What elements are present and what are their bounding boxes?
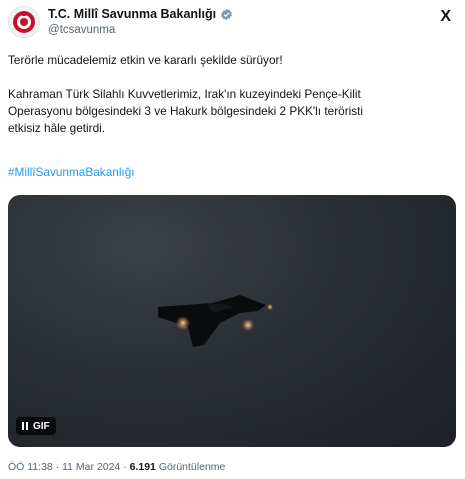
post-body-line: etkisiz hâle getirdi.	[8, 121, 106, 135]
meta-separator: ·	[123, 461, 127, 473]
author-handle[interactable]: @tcsavunma	[48, 24, 115, 36]
post-body-line: Operasyonu bölgesindeki 3 ve Hakurk bölg…	[8, 104, 364, 118]
x-logo-icon[interactable]: X	[440, 8, 451, 26]
gif-label: GIF	[33, 420, 50, 432]
post-text-line1: Terörle mücadelemiz etkin ve kararlı şek…	[8, 53, 283, 67]
meta-separator: ·	[55, 461, 60, 473]
gif-badge[interactable]: GIF	[16, 417, 56, 435]
post-body: Kahraman Türk Silahlı Kuvvetlerimiz, Ira…	[8, 86, 456, 137]
views-count: 6.191	[129, 461, 156, 473]
gif-media[interactable]: GIF	[8, 195, 456, 447]
verified-badge-icon	[221, 8, 233, 20]
post-time[interactable]: ÖÖ 11:38	[8, 461, 53, 473]
author-name[interactable]: T.C. Millî Savunma Bakanlığı	[48, 7, 216, 21]
post-header: T.C. Millî Savunma Bakanlığı @tcsavunma …	[8, 6, 457, 42]
avatar[interactable]	[8, 6, 40, 38]
hashtag-link[interactable]: #MillîSavunmaBakanlığı	[8, 164, 456, 181]
post-meta: ÖÖ 11:38 · 11 Mar 2024 · 6.191 Görüntüle…	[8, 461, 225, 473]
pause-icon	[22, 422, 28, 430]
post-date[interactable]: 11 Mar 2024	[62, 461, 120, 473]
fighter-jet-image	[158, 295, 273, 347]
views-label: Görüntülenme	[158, 461, 226, 473]
ministry-emblem-icon	[13, 11, 35, 33]
post-body-line: Kahraman Türk Silahlı Kuvvetlerimiz, Ira…	[8, 87, 361, 101]
